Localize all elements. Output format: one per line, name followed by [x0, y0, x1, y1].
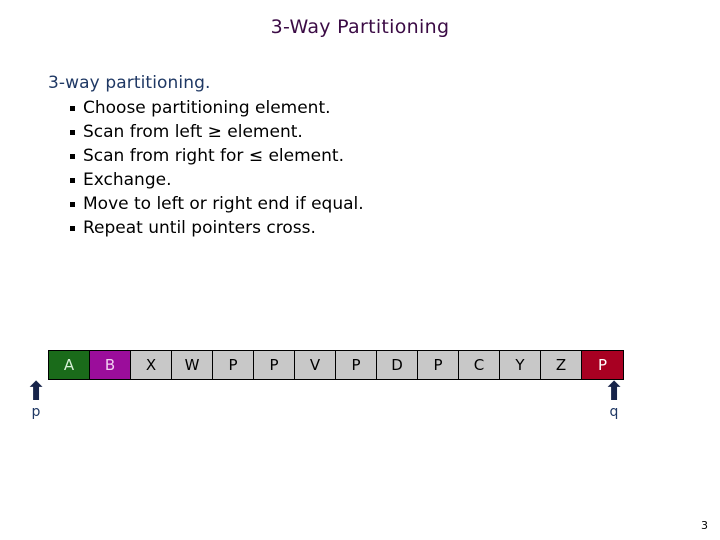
list-item-label: Choose partitioning element.	[83, 98, 331, 118]
list-item-label: Move to left or right end if equal.	[83, 194, 364, 214]
array-cell: P	[213, 351, 254, 379]
arrow-up-icon: ⬆	[25, 377, 47, 407]
bullet-list: Choose partitioning element. Scan from l…	[48, 96, 668, 240]
square-bullet-icon	[70, 202, 75, 207]
page-title: 3-Way Partitioning	[270, 16, 450, 38]
arrow-up-icon: ⬆	[603, 377, 625, 407]
list-item: Exchange.	[48, 168, 668, 192]
array-cell: Y	[500, 351, 541, 379]
array-cell: X	[131, 351, 172, 379]
list-item: Repeat until pointers cross.	[48, 216, 668, 240]
array-cell: C	[459, 351, 500, 379]
array-cell: V	[295, 351, 336, 379]
square-bullet-icon	[70, 178, 75, 183]
list-item-label: Exchange.	[83, 170, 172, 190]
array-cell: D	[377, 351, 418, 379]
square-bullet-icon	[70, 226, 75, 231]
square-bullet-icon	[70, 130, 75, 135]
array-cell: P	[582, 351, 623, 379]
content-block: 3-way partitioning. Choose partitioning …	[48, 72, 668, 240]
array-cell: B	[90, 351, 131, 379]
pointer-p: ⬆ p	[23, 377, 49, 420]
array-cell: P	[418, 351, 459, 379]
square-bullet-icon	[70, 106, 75, 111]
array-diagram: ABXWPPVPDPCYZP	[48, 350, 624, 380]
page-number: 3	[701, 519, 708, 532]
list-item: Move to left or right end if equal.	[48, 192, 668, 216]
array-cell: P	[254, 351, 295, 379]
list-item-label: Scan from left ≥ element.	[83, 122, 303, 142]
list-item: Choose partitioning element.	[48, 96, 668, 120]
list-item-label: Repeat until pointers cross.	[83, 218, 316, 238]
lead-line: 3-way partitioning.	[48, 73, 211, 93]
array-cell: A	[49, 351, 90, 379]
list-item: Scan from left ≥ element.	[48, 120, 668, 144]
array-cell: Z	[541, 351, 582, 379]
list-item: Scan from right for ≤ element.	[48, 144, 668, 168]
array-cell: P	[336, 351, 377, 379]
list-item-label: Scan from right for ≤ element.	[83, 146, 344, 166]
pointer-q: ⬆ q	[601, 377, 627, 420]
square-bullet-icon	[70, 154, 75, 159]
array-cell: W	[172, 351, 213, 379]
